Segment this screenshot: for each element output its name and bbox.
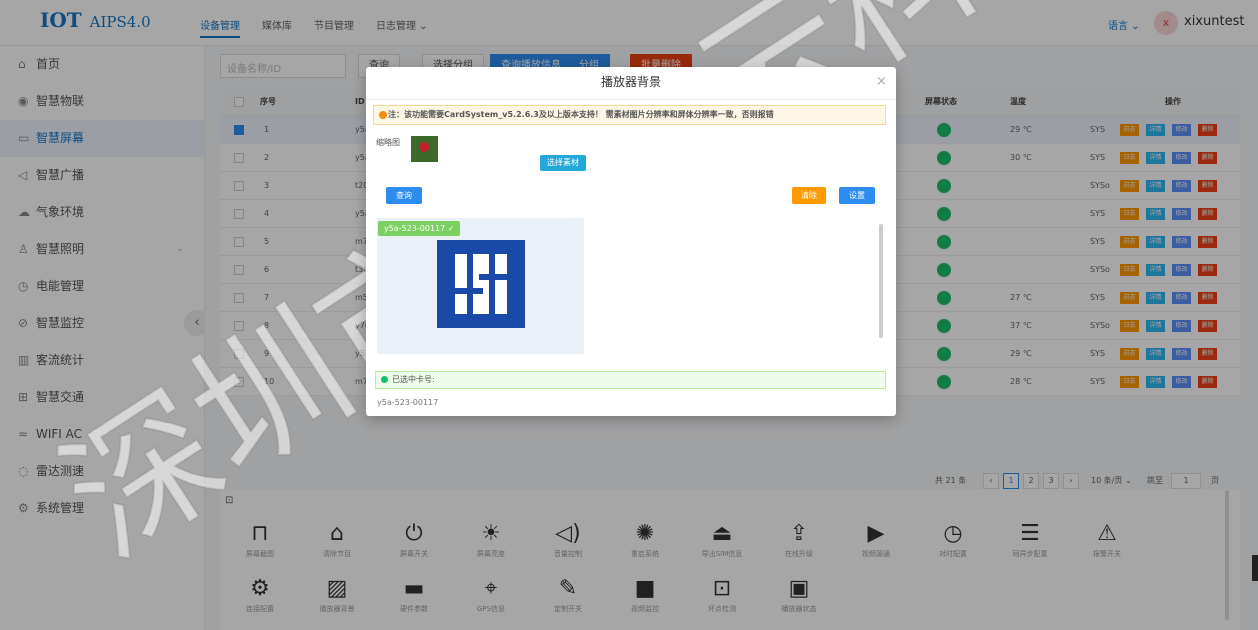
device-tag[interactable]: y5a-523-00117 ✓	[378, 221, 461, 236]
selected-card-bar: 已选中卡号:	[375, 371, 886, 389]
thumbnail-image	[411, 136, 438, 162]
dialog-query-button[interactable]: 查询	[386, 187, 422, 204]
warning-dot-icon	[379, 111, 387, 119]
success-dot-icon	[381, 376, 388, 383]
background-preview: y5a-523-00117 ✓	[377, 218, 584, 354]
selected-card-id: y5a-523-00117	[377, 398, 439, 407]
clear-button[interactable]: 清除	[792, 187, 826, 204]
thumbnail-label: 缩略图	[376, 138, 400, 147]
dialog-title: 播放器背景	[600, 75, 661, 89]
dialog-scrollbar[interactable]	[879, 224, 883, 338]
flower-image	[419, 142, 429, 152]
set-button[interactable]: 设置	[839, 187, 875, 204]
dialog-divider	[366, 99, 896, 100]
notice-banner: 注：该功能需要CardSystem_v5.2.6.3及以上版本支持！ 需素材图片…	[373, 105, 886, 125]
select-material-button[interactable]: 选择素材	[540, 155, 586, 171]
player-background-dialog: 播放器背景 × 注：该功能需要CardSystem_v5.2.6.3及以上版本支…	[366, 67, 896, 416]
close-icon[interactable]: ×	[876, 74, 887, 89]
player-logo-icon	[437, 240, 525, 328]
